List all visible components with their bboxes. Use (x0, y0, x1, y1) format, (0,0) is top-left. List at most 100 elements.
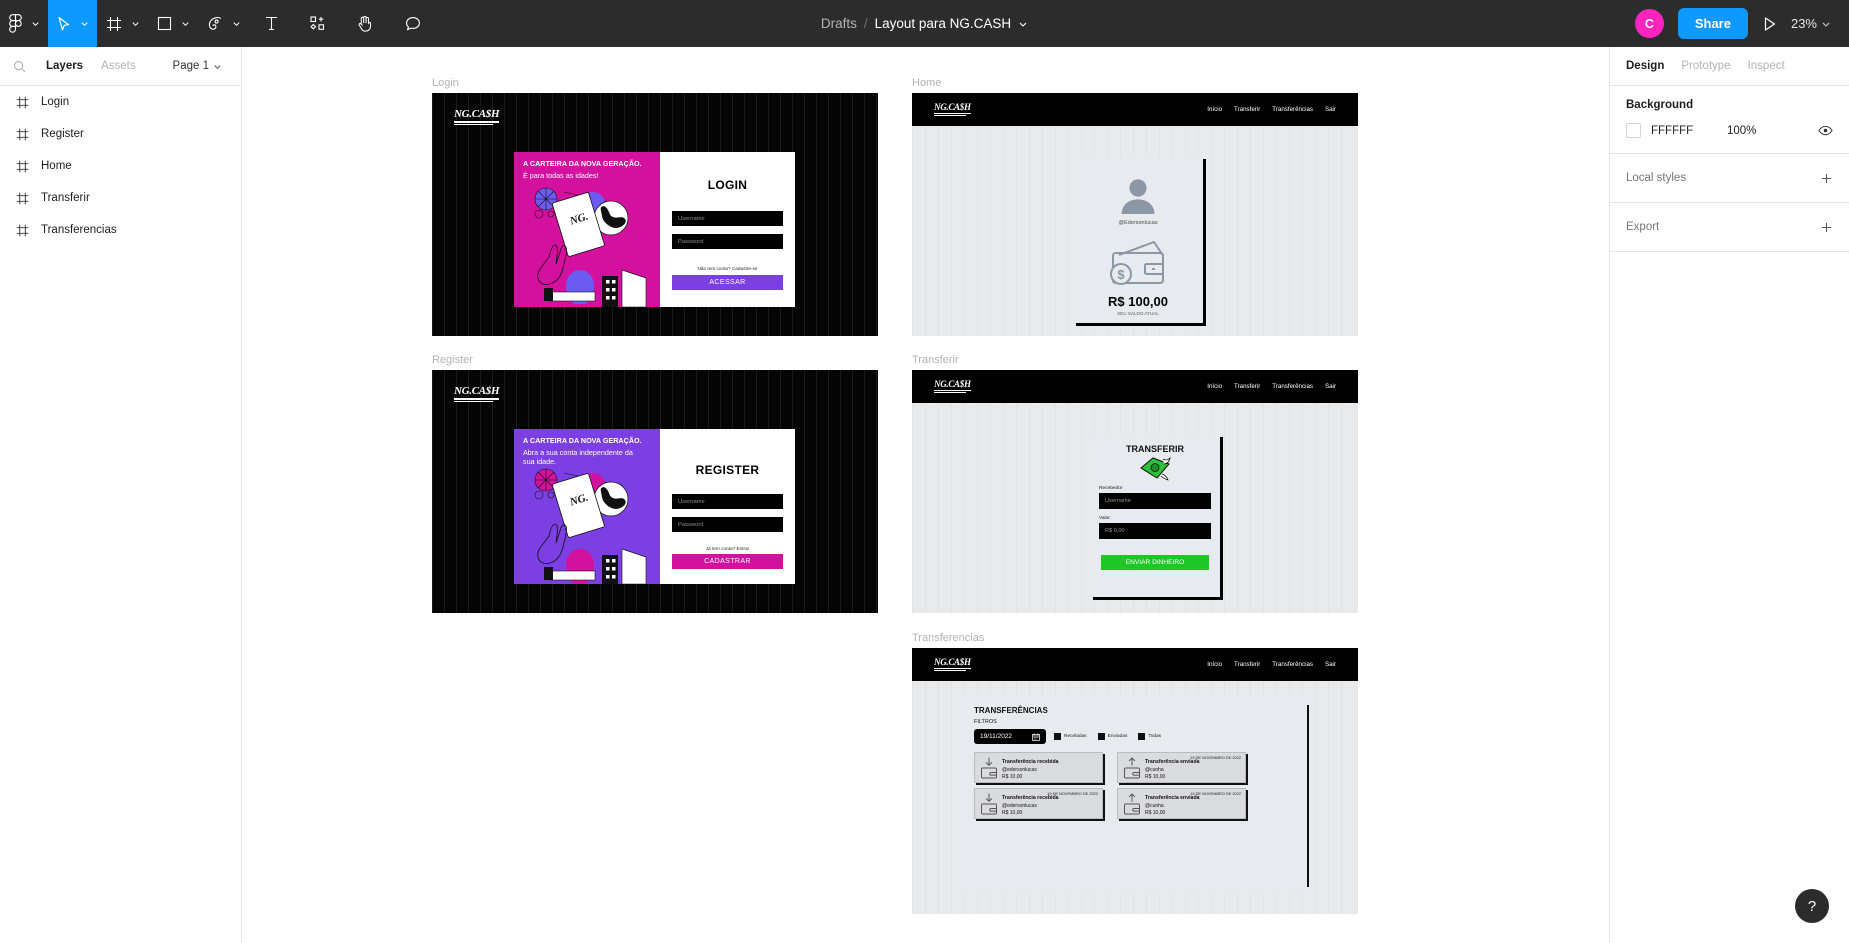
chevron-down-icon (214, 64, 221, 69)
nav-link-transferir[interactable]: Transferir (1234, 106, 1260, 113)
design-canvas[interactable]: Login NG.CA$H A CARTEIRA DA NOVA GERAÇÃO… (242, 47, 1609, 943)
frame-transferir[interactable]: Transferir NG.CA$H Início Transferir Tra… (912, 354, 1358, 613)
nav-link-transferir[interactable]: Transferir (1234, 383, 1260, 390)
export-title: Export (1626, 221, 1660, 233)
nav-link-transferencias[interactable]: Transferências (1272, 383, 1313, 390)
avatar[interactable]: C (1634, 9, 1664, 38)
visibility-toggle[interactable] (1818, 125, 1833, 136)
frame-icon (16, 96, 29, 108)
layer-label: Transferencias (41, 224, 117, 236)
filter-recebidas[interactable]: Recebidas (1054, 733, 1087, 740)
home-nav-links: Início Transferir Transferências Sair (1207, 106, 1336, 113)
file-menu-caret[interactable] (1018, 19, 1028, 29)
tab-prototype[interactable]: Prototype (1681, 60, 1730, 72)
wallet-icon: $ (1110, 241, 1164, 285)
login-register-link[interactable]: Não tem conta? Cadastre-se (698, 266, 758, 271)
background-hex-value[interactable]: FFFFFF (1651, 125, 1717, 137)
zoom-control[interactable]: 23% (1791, 16, 1831, 31)
transaction-card[interactable]: 19 DE NOVEMBRO DE 2022 Transferência envi… (1117, 752, 1246, 783)
layer-row-transferencias[interactable]: Transferencias (0, 214, 241, 246)
nav-link-sair[interactable]: Sair (1325, 106, 1336, 113)
filter-enviadas[interactable]: Enviadas (1097, 733, 1127, 740)
checkbox-enviadas[interactable] (1097, 733, 1105, 740)
text-tool-button[interactable] (249, 0, 294, 47)
frame-register[interactable]: Register NG.CA$H A CARTEIRA DA NOVA GERA… (432, 354, 878, 613)
frame-label-login[interactable]: Login (432, 77, 878, 89)
transaction-card[interactable]: Transferência recebida @edersonlucas R$ 10… (974, 752, 1103, 783)
transaction-card[interactable]: 19 DE NOVEMBRO DE 2022 Transferência envi… (1117, 788, 1246, 819)
share-button[interactable]: Share (1677, 8, 1748, 39)
background-opacity-value[interactable]: 100% (1727, 125, 1756, 137)
tab-inspect[interactable]: Inspect (1748, 60, 1785, 72)
login-username-input[interactable]: Username (672, 211, 783, 226)
layer-label: Register (41, 128, 84, 140)
login-title: LOGIN (707, 178, 748, 192)
checkbox-recebidas[interactable] (1054, 733, 1061, 740)
transferencias-scrollbar[interactable] (1307, 705, 1309, 887)
figma-menu-caret[interactable] (31, 0, 48, 47)
transaction-card[interactable]: 19 DE NOVEMBRO DE 2022 Transferência rece… (974, 788, 1103, 819)
frame-login[interactable]: Login NG.CA$H A CARTEIRA DA NOVA GERAÇÃO… (432, 77, 878, 336)
layer-row-transferir[interactable]: Transferir (0, 182, 241, 214)
login-password-input[interactable]: Password (672, 234, 783, 249)
transferir-submit-button[interactable]: ENVIAR DINHEIRO (1101, 555, 1209, 570)
login-submit-button[interactable]: ACESSAR (672, 275, 783, 290)
frame-label-transferir[interactable]: Transferir (912, 354, 1358, 366)
transaction-amount: R$ 10,00 (1145, 774, 1166, 780)
pen-tool-caret[interactable] (232, 0, 249, 47)
frame-label-transferencias[interactable]: Transferencias (912, 632, 1358, 644)
page-selector[interactable]: Page 1 (173, 60, 228, 72)
move-tool-button[interactable] (48, 0, 80, 47)
transferir-value-input[interactable]: R$ 0,00 (1099, 523, 1211, 539)
register-password-input[interactable]: Password (672, 517, 783, 532)
nav-link-sair[interactable]: Sair (1325, 661, 1336, 668)
search-icon[interactable] (13, 60, 26, 73)
present-button[interactable] (1762, 16, 1777, 32)
frame-label-home[interactable]: Home (912, 77, 1358, 89)
pen-tool-button[interactable] (198, 0, 232, 47)
tab-layers[interactable]: Layers (37, 60, 92, 72)
filter-label-recebidas: Recebidas (1064, 734, 1087, 739)
layer-row-home[interactable]: Home (0, 150, 241, 182)
background-color-swatch[interactable] (1626, 123, 1641, 138)
tab-design[interactable]: Design (1626, 60, 1664, 72)
nav-link-inicio[interactable]: Início (1207, 661, 1222, 668)
nav-link-inicio[interactable]: Início (1207, 383, 1222, 390)
nav-link-transferencias[interactable]: Transferências (1272, 661, 1313, 668)
register-username-input[interactable]: Username (672, 494, 783, 509)
transferencias-nav-links: Início Transferir Transferências Sair (1207, 661, 1336, 668)
frame-tool-caret[interactable] (131, 0, 148, 47)
resources-button[interactable] (294, 0, 341, 47)
layer-row-register[interactable]: Register (0, 118, 241, 150)
add-local-style-button[interactable] (1820, 172, 1833, 185)
help-button[interactable]: ? (1795, 889, 1829, 923)
comment-tool-button[interactable] (389, 0, 437, 47)
nav-link-inicio[interactable]: Início (1207, 106, 1222, 113)
date-filter-input[interactable]: 19/11/2022 (974, 729, 1046, 744)
breadcrumb-project[interactable]: Drafts (821, 16, 857, 31)
tab-assets[interactable]: Assets (92, 60, 145, 72)
figma-menu-button[interactable] (0, 0, 31, 47)
frame-label-register[interactable]: Register (432, 354, 878, 366)
top-toolbar: Drafts / Layout para NG.CASH C Share 23% (0, 0, 1849, 47)
frame-home[interactable]: Home NG.CA$H Início Transferir Transferê… (912, 77, 1358, 336)
nav-link-transferir[interactable]: Transferir (1234, 661, 1260, 668)
nav-link-sair[interactable]: Sair (1325, 383, 1336, 390)
frame-transferencias[interactable]: Transferencias NG.CA$H Início Transferir… (912, 632, 1358, 914)
shape-tool-caret[interactable] (181, 0, 198, 47)
transferir-receiver-input[interactable]: Username (1099, 493, 1211, 509)
filter-todas[interactable]: Todas (1138, 733, 1161, 740)
register-illustration: NG. (534, 468, 647, 584)
file-name[interactable]: Layout para NG.CASH (875, 16, 1012, 31)
move-tool-caret[interactable] (80, 0, 97, 47)
shape-tool-button[interactable] (148, 0, 181, 47)
hand-tool-button[interactable] (341, 0, 389, 47)
frame-tool-button[interactable] (97, 0, 131, 47)
checkbox-todas[interactable] (1138, 733, 1146, 740)
export-section: Export (1610, 203, 1849, 252)
register-login-link[interactable]: Já tem conta? Entrar (706, 546, 750, 551)
add-export-button[interactable] (1820, 221, 1833, 234)
register-submit-button[interactable]: CADASTRAR (672, 554, 783, 569)
nav-link-transferencias[interactable]: Transferências (1272, 106, 1313, 113)
layer-row-login[interactable]: Login (0, 86, 241, 118)
